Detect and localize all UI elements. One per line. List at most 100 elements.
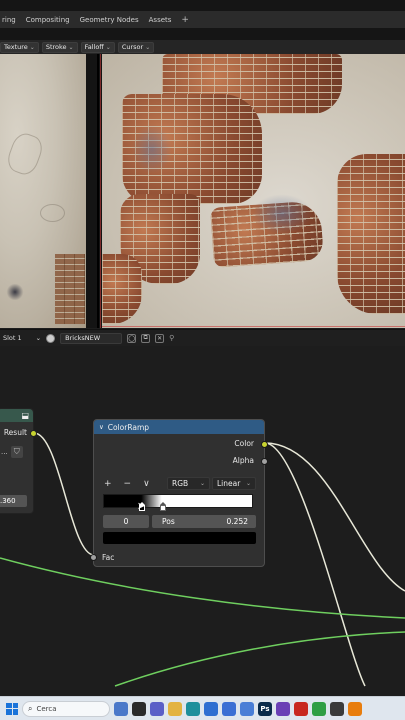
math-node[interactable]: ⬓ Result ... ⛉ .360 [0, 408, 37, 514]
view-border-line [102, 326, 405, 327]
blender-icon[interactable] [348, 701, 362, 716]
image-editor-toolbar: Texture ⌄ Stroke ⌄ Falloff ⌄ Cursor ⌄ [0, 40, 405, 54]
brick-patch [55, 254, 85, 324]
photoshop-icon[interactable]: Ps [258, 701, 272, 716]
link-color-out-2 [264, 442, 366, 687]
cursor-label: Cursor [121, 43, 144, 51]
edge-icon[interactable] [186, 701, 200, 716]
fake-user-shield-icon[interactable]: ◯ [127, 333, 137, 343]
interpolation-dropdown[interactable]: Linear ⌄ [212, 477, 256, 490]
colorramp-node[interactable]: ∨ ColorRamp Color Alpha + − ∨ RGB ⌄ Linea… [90, 419, 268, 567]
chrome-icon[interactable] [312, 701, 326, 716]
fac-input-label: Fac [102, 553, 115, 562]
top-bar: ring Compositing Geometry Nodes Assets + [0, 0, 405, 40]
node-editor-canvas[interactable]: ⬓ Result ... ⛉ .360 ∨ ColorRamp Color Al… [0, 346, 405, 696]
divider-line [97, 54, 99, 328]
file-explorer-icon[interactable] [168, 701, 182, 716]
chevron-down-icon: ⌄ [35, 334, 42, 342]
slot-label: Slot 1 [3, 334, 22, 342]
add-stop-button[interactable]: + [104, 479, 112, 489]
pos-value: 0.252 [226, 517, 248, 526]
windows-app-icon[interactable] [240, 701, 254, 716]
link-result-to-fac [33, 432, 95, 556]
texture-dropdown[interactable]: Texture ⌄ [0, 41, 39, 53]
ramp-menu-button[interactable]: ∨ [143, 479, 150, 489]
position-field[interactable]: Pos 0.252 [152, 515, 256, 528]
ellipsis-label: ... [1, 448, 8, 456]
node-tree-icon: ⬓ [21, 411, 29, 420]
view-border-line [100, 54, 101, 328]
material-name-field[interactable]: BricksNEW [60, 332, 123, 344]
render-viewport[interactable] [102, 54, 405, 328]
task-view-icon[interactable] [132, 701, 146, 716]
stop-color-swatch[interactable] [103, 532, 256, 544]
color-mode-dropdown[interactable]: RGB ⌄ [167, 477, 210, 490]
pos-label: Pos [162, 517, 175, 526]
tab-assets[interactable]: Assets [149, 16, 172, 24]
ramp-stop-controls: + − ∨ [104, 479, 150, 489]
brick-patch [337, 154, 405, 314]
node-header[interactable]: ⬓ [0, 409, 33, 422]
result-output-socket[interactable] [30, 430, 37, 437]
blue-stain [252, 194, 312, 234]
add-workspace-button[interactable]: + [181, 15, 189, 25]
search-icon: ⌕ [28, 703, 33, 713]
fac-input-socket[interactable] [90, 554, 97, 561]
blue-stain [132, 124, 172, 174]
material-sphere-icon[interactable] [46, 333, 56, 343]
colorramp-header[interactable]: ∨ ColorRamp [94, 420, 264, 434]
color-output-label: Color [234, 439, 254, 448]
plaster-crack [4, 130, 46, 178]
shield-icon[interactable]: ⛉ [10, 446, 23, 458]
file-manager-icon[interactable] [330, 701, 344, 716]
search-placeholder: Cerca [36, 704, 57, 713]
texture-viewport-left[interactable] [0, 54, 86, 328]
ramp-stop-white[interactable] [159, 502, 166, 511]
cursor-dropdown[interactable]: Cursor ⌄ [117, 41, 155, 53]
taskbar-apps: Ps [114, 701, 362, 716]
alpha-output-label: Alpha [232, 456, 254, 465]
interpolation-label: Linear [217, 479, 241, 488]
value-field[interactable]: .360 [0, 495, 27, 507]
falloff-dropdown[interactable]: Falloff ⌄ [80, 41, 115, 53]
link-color-out-1 [264, 442, 405, 592]
dark-stain [6, 284, 24, 300]
chevron-down-icon: ⌄ [199, 480, 205, 487]
plaster-crack [40, 204, 65, 222]
color-output-socket[interactable] [261, 441, 268, 448]
teams-icon[interactable] [150, 701, 164, 716]
windows-start-icon[interactable] [6, 702, 18, 715]
save-icon[interactable] [222, 701, 236, 716]
link-green-1 [0, 557, 405, 619]
result-output-label: Result [3, 428, 27, 437]
alpha-output-socket[interactable] [261, 458, 268, 465]
pin-icon[interactable]: ⚲ [169, 334, 174, 342]
tab-rendering[interactable]: ring [2, 16, 16, 24]
chevron-down-icon: ⌄ [245, 480, 251, 487]
stroke-label: Stroke [45, 43, 67, 51]
colorramp-title: ColorRamp [107, 422, 150, 432]
tab-geometry-nodes[interactable]: Geometry Nodes [80, 16, 139, 24]
taskbar-search[interactable]: ⌕ Cerca [22, 700, 110, 717]
store-icon[interactable] [204, 701, 218, 716]
collapse-chevron-icon[interactable]: ∨ [99, 423, 104, 431]
stroke-dropdown[interactable]: Stroke ⌄ [41, 41, 78, 53]
slot-dropdown[interactable]: Slot 1 ⌄ [3, 334, 41, 342]
windows-taskbar: ⌕ Cerca Ps [0, 696, 405, 720]
chevron-down-icon: ⌄ [145, 43, 151, 51]
color-mode-label: RGB [172, 479, 189, 488]
widgets-icon[interactable] [114, 701, 128, 716]
brick-patch [102, 254, 142, 324]
stop-index-field[interactable]: 0 [103, 515, 149, 528]
color-ramp-gradient[interactable] [103, 494, 253, 511]
unlink-close-icon[interactable]: ✕ [155, 333, 165, 343]
node-option-row: ... ⛉ [0, 445, 27, 459]
film-icon[interactable] [276, 701, 290, 716]
remove-stop-button[interactable]: − [124, 479, 132, 489]
node-editor-header: Slot 1 ⌄ BricksNEW ◯ ⧉ ✕ ⚲ [0, 329, 405, 346]
duplicate-material-icon[interactable]: ⧉ [141, 333, 151, 343]
tab-compositing[interactable]: Compositing [26, 16, 70, 24]
workspace-tabs: ring Compositing Geometry Nodes Assets + [0, 11, 405, 28]
falloff-label: Falloff [84, 43, 104, 51]
acrobat-icon[interactable] [294, 701, 308, 716]
